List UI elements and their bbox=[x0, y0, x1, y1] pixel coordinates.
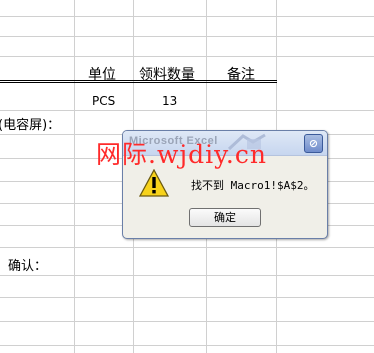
grid-row-line bbox=[0, 275, 374, 276]
dialog-message: 找不到 Macro1!$A$2。 bbox=[191, 179, 315, 192]
column-header-unit[interactable]: 单位 bbox=[88, 64, 116, 84]
grid-row-line bbox=[0, 321, 374, 322]
warning-icon bbox=[139, 169, 169, 197]
header-double-underline bbox=[0, 82, 277, 83]
cell-confirm-label[interactable]: 确认： bbox=[8, 255, 47, 274]
column-header-quantity[interactable]: 领料数量 bbox=[139, 64, 195, 84]
grid-row-line bbox=[0, 56, 374, 57]
cell-unit-value[interactable]: PCS bbox=[92, 94, 115, 108]
header-double-underline bbox=[0, 80, 277, 81]
grid-row-line bbox=[0, 297, 374, 298]
grid-column-line bbox=[74, 0, 75, 353]
cell-left-label[interactable]: (电容屏)： bbox=[0, 114, 60, 133]
grid-row-line bbox=[0, 16, 374, 17]
grid-row-line bbox=[0, 110, 374, 111]
ok-button[interactable]: 确定 bbox=[189, 208, 261, 227]
column-header-remark[interactable]: 备注 bbox=[227, 64, 255, 84]
close-icon[interactable]: ⊘ bbox=[304, 134, 323, 153]
grid-row-line bbox=[0, 247, 374, 248]
grid-row-line bbox=[0, 345, 374, 346]
cell-quantity-value[interactable]: 13 bbox=[162, 94, 177, 108]
watermark-text: 网际.wjdiy.cn bbox=[96, 140, 267, 169]
grid-row-line bbox=[0, 36, 374, 37]
